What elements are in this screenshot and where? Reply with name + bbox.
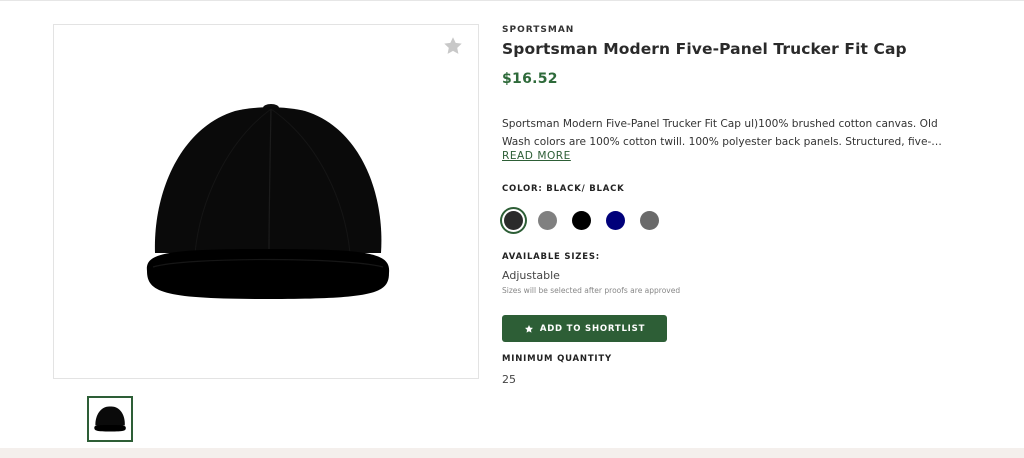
color-swatch[interactable] bbox=[606, 211, 625, 230]
cap-image bbox=[146, 104, 390, 299]
add-to-shortlist-button[interactable]: ADD TO SHORTLIST bbox=[502, 315, 667, 342]
color-swatch[interactable] bbox=[640, 211, 659, 230]
favorite-star-icon[interactable] bbox=[442, 35, 464, 57]
product-brand: SPORTSMAN bbox=[502, 25, 575, 35]
product-main-image bbox=[53, 24, 479, 379]
color-swatch[interactable] bbox=[504, 211, 523, 230]
star-icon bbox=[524, 324, 533, 333]
product-price: $16.52 bbox=[502, 71, 558, 87]
top-divider bbox=[0, 0, 1024, 1]
product-title: Sportsman Modern Five-Panel Trucker Fit … bbox=[502, 40, 907, 58]
footer-band bbox=[0, 448, 1024, 458]
size-value: Adjustable bbox=[502, 269, 560, 282]
min-qty-value: 25 bbox=[502, 373, 516, 386]
cap-thumbnail-image bbox=[94, 406, 126, 432]
shortlist-label: ADD TO SHORTLIST bbox=[539, 323, 646, 334]
read-more-link[interactable]: READ MORE bbox=[502, 150, 571, 162]
color-label: COLOR: BLACK/ BLACK bbox=[502, 184, 625, 194]
product-description: Sportsman Modern Five-Panel Trucker Fit … bbox=[502, 118, 942, 148]
color-swatch[interactable] bbox=[572, 211, 591, 230]
sizes-label: AVAILABLE SIZES: bbox=[502, 252, 600, 262]
thumbnail-cap[interactable] bbox=[87, 396, 133, 442]
color-swatch[interactable] bbox=[538, 211, 557, 230]
size-note: Sizes will be selected after proofs are … bbox=[502, 286, 681, 295]
min-qty-label: MINIMUM QUANTITY bbox=[502, 354, 612, 364]
